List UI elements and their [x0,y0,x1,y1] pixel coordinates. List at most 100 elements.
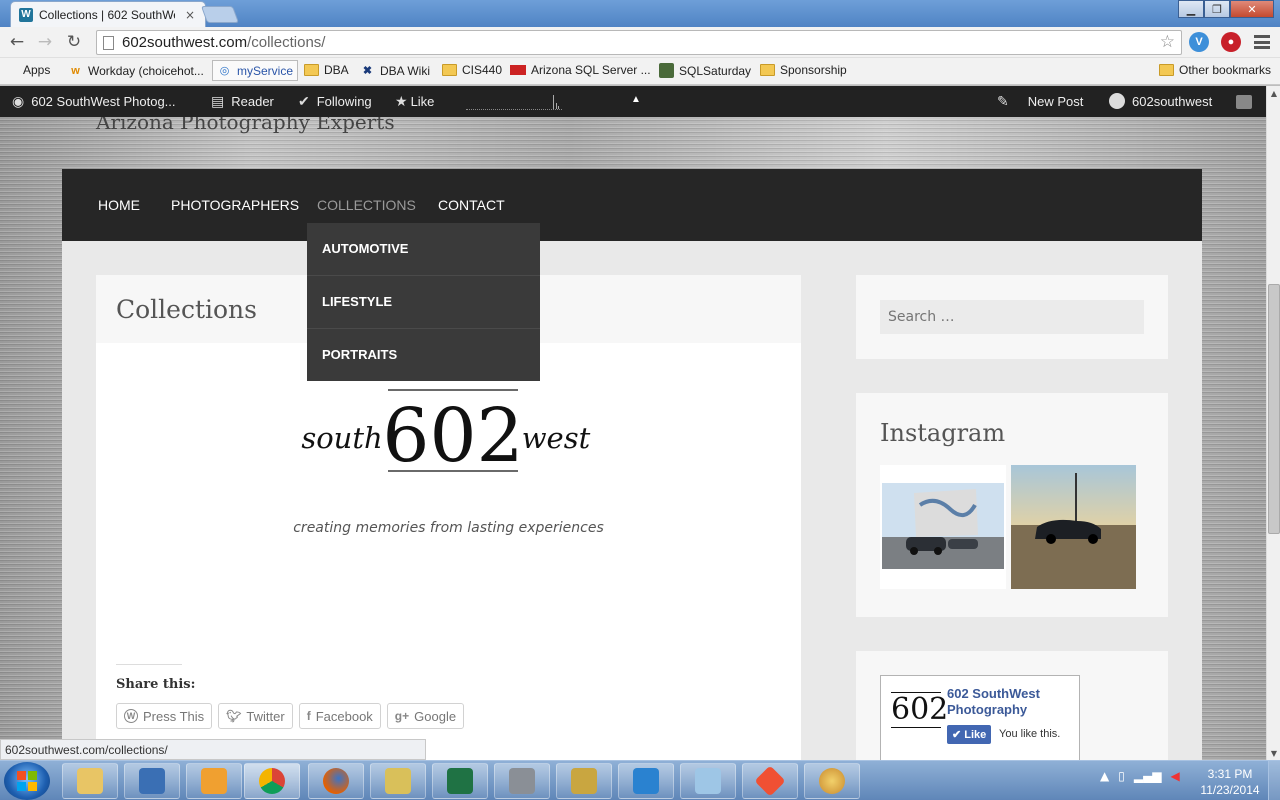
instagram-photo-1[interactable] [880,465,1006,589]
share-press-this-button[interactable]: W Press This [116,703,213,729]
taskbar-paint[interactable] [804,763,860,799]
battery-icon[interactable]: ▯ [1118,769,1125,783]
bookmark-dba[interactable]: DBA [304,63,349,77]
taskbar-lync[interactable] [618,763,674,799]
notifications-icon[interactable] [1236,95,1252,109]
dropdown-item-lifestyle[interactable]: Lifestyle [307,276,540,329]
taskbar-firefox[interactable] [308,763,364,799]
windows-logo-icon [17,771,37,791]
admin-following-link[interactable]: ✔ Following [298,93,372,110]
taskbar-explorer[interactable] [62,763,118,799]
facebook-page-name[interactable]: 602 SouthWest Photography [947,686,1040,718]
share-google-button[interactable]: g+ Google [386,703,465,729]
folder-icon [77,768,103,794]
nav-photographers[interactable]: Photographers [171,197,299,213]
url-domain: 602southwest.com [122,34,248,51]
volume-icon[interactable]: ◀ [1171,769,1180,783]
lock-icon [385,768,411,794]
scroll-thumb[interactable] [1268,284,1280,534]
fb-like-label: Like [964,728,987,741]
bookmark-dba-wiki[interactable]: ✖ DBA Wiki [360,63,430,78]
share-twitter-button[interactable]: 🐦︎ Twitter [218,703,293,729]
close-window-button[interactable]: ✕ [1230,0,1274,18]
share-label: Facebook [315,708,373,724]
signal-icon[interactable]: ▂▄▆ [1134,769,1162,783]
search-input[interactable] [880,300,1144,334]
lync-icon [633,768,659,794]
clock-date: 11/23/2014 [1200,783,1260,797]
bookmark-sqlsaturday[interactable]: SQLSaturday [659,63,751,78]
pencil-icon: ✎ [997,93,1009,109]
minimize-button[interactable]: ▁ [1178,0,1204,18]
taskbar-excel[interactable] [432,763,488,799]
facebook-like-button[interactable]: ✔ Like [947,725,992,744]
page-icon [103,35,114,50]
share-facebook-button[interactable]: f Facebook [298,703,381,729]
back-arrow-icon[interactable]: ← [6,31,28,53]
dropdown-item-automotive[interactable]: Automotive [307,223,540,276]
bookmark-sponsorship[interactable]: Sponsorship [760,63,847,77]
bookmark-star-icon[interactable]: ☆ [1160,32,1175,52]
taskbar-git[interactable] [742,763,798,799]
browser-tab-active[interactable]: W Collections | 602 SouthWe × [10,1,206,27]
taskbar-sql[interactable] [556,763,612,799]
taskbar-notes[interactable] [680,763,736,799]
address-bar[interactable]: 602southwest.com/collections/ ☆ [96,30,1182,55]
bookmark-myservice[interactable]: ◎ myService [212,60,299,81]
taskbar-clock[interactable]: 3:31 PM 11/23/2014 [1195,766,1265,798]
instagram-photo-2[interactable] [1011,465,1136,589]
nav-home[interactable]: Home [98,197,140,213]
new-tab-button[interactable] [200,6,240,23]
admin-like-link[interactable]: ★ Like [395,93,434,110]
admin-new-post-link[interactable]: ✎ New Post [997,93,1083,110]
bookmark-cis440[interactable]: CIS440 [442,63,502,77]
monitor-icon [139,768,165,794]
notes-icon [695,768,721,794]
taskbar-chrome[interactable] [244,763,300,799]
tab-close-icon[interactable]: × [185,8,195,22]
bookmark-other[interactable]: Other bookmarks [1159,63,1271,77]
tray-expand-icon[interactable]: ▲ [1100,769,1109,783]
facebook-page-card: 602 602 SouthWest Photography ✔ Like You… [880,675,1080,760]
bookmark-workday[interactable]: w Workday (choicehot... [68,63,204,78]
admin-user-menu[interactable]: 602southwest [1109,93,1212,109]
scroll-up-icon[interactable]: ▲ [1267,86,1280,100]
paint-icon [819,768,845,794]
chrome-icon [259,768,285,794]
taskbar-tools[interactable] [494,763,550,799]
search-widget [856,275,1168,359]
taskbar-security[interactable] [370,763,426,799]
bookmark-label: DBA [324,63,349,77]
taskbar-remote-desktop[interactable] [124,763,180,799]
admin-site-link[interactable]: ◉ 602 SouthWest Photog... [12,93,176,110]
car-photo-image [882,483,1004,569]
bookmark-label: DBA Wiki [380,63,431,78]
taskbar-outlook[interactable] [186,763,242,799]
folder-icon [304,64,319,76]
reload-icon[interactable]: ↻ [63,31,85,53]
site-icon [510,65,526,75]
bookmark-arizona-sql[interactable]: Arizona SQL Server ... [510,63,651,77]
extension-v-icon[interactable]: V [1189,32,1209,52]
scroll-down-icon[interactable]: ▼ [1267,746,1280,760]
page-scrollbar[interactable]: ▲ ▼ [1266,86,1280,760]
nav-collections[interactable]: Collections [317,197,416,213]
chrome-menu-icon[interactable] [1254,33,1270,51]
dropdown-item-portraits[interactable]: Portraits [307,329,540,382]
site-wrapper: Home Photographers Collections Contact A… [62,169,1202,760]
forward-arrow-icon[interactable]: → [34,31,56,53]
start-button[interactable] [4,762,50,800]
nav-contact[interactable]: Contact [438,197,505,213]
page-viewport: Arizona Photography Experts Home Photogr… [0,117,1266,760]
bookmark-apps[interactable]: Apps [7,63,50,77]
reader-icon: ▤ [211,93,225,109]
bookmark-label: Apps [23,63,51,77]
admin-reader-link[interactable]: ▤ Reader [211,93,274,110]
collapse-arrow-icon[interactable]: ▲ [631,94,641,105]
show-desktop-button[interactable] [1268,761,1280,800]
maximize-button[interactable]: ❐ [1204,0,1230,18]
status-bubble: 602southwest.com/collections/ [0,739,426,760]
extension-stop-icon[interactable]: ● [1221,32,1241,52]
stats-sparkline[interactable] [466,94,562,110]
folder-icon [760,64,775,76]
